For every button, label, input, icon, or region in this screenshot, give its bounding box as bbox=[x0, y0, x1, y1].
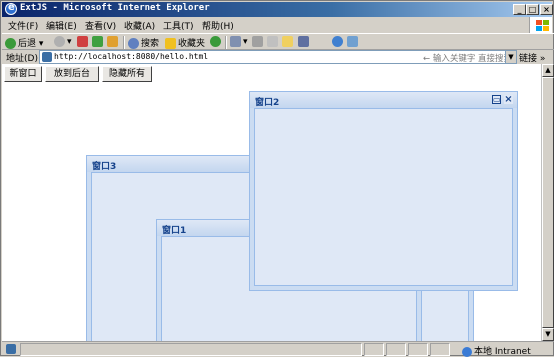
stop-button[interactable] bbox=[77, 36, 90, 49]
page-content: 新窗口 放到后台 隐藏所有 窗口3 窗口1 窗口2 ▭ × bbox=[2, 64, 541, 341]
search-button[interactable]: 搜索 bbox=[128, 36, 159, 49]
refresh-icon bbox=[92, 36, 103, 47]
address-bar: 地址(D) http://localhost:8080/hello.html ←… bbox=[2, 50, 554, 64]
window-1-title: 窗口1 bbox=[162, 226, 187, 236]
window-2-header[interactable]: 窗口2 ▭ × bbox=[250, 92, 517, 108]
scroll-down-button[interactable]: ▼ bbox=[542, 328, 554, 341]
search-hint: ← 输入关键字 直接搜索 bbox=[423, 54, 513, 64]
menu-view[interactable]: 查看(V) bbox=[85, 19, 116, 32]
close-tool-icon[interactable]: × bbox=[504, 95, 513, 105]
discuss-button[interactable] bbox=[282, 36, 295, 49]
menu-bar: 文件(F) 编辑(E) 查看(V) 收藏(A) 工具(T) 帮助(H) bbox=[2, 17, 528, 33]
home-icon bbox=[107, 36, 118, 47]
menu-file[interactable]: 文件(F) bbox=[8, 19, 38, 32]
refresh-button[interactable] bbox=[92, 36, 105, 49]
star-icon bbox=[165, 38, 176, 49]
ie-icon bbox=[5, 2, 17, 15]
back-button[interactable]: 后退 ▾ bbox=[5, 36, 43, 49]
mail-button[interactable]: ▾ bbox=[230, 36, 248, 49]
scroll-up-button[interactable]: ▲ bbox=[542, 64, 554, 77]
research-button[interactable] bbox=[298, 36, 311, 49]
address-dropdown-button[interactable]: ▼ bbox=[505, 51, 516, 63]
send-to-back-button[interactable]: 放到后台 bbox=[45, 66, 99, 82]
address-label: 地址(D) bbox=[6, 54, 38, 64]
status-cell bbox=[364, 343, 384, 356]
search-icon bbox=[128, 38, 139, 49]
minimize-button[interactable]: _ bbox=[513, 4, 526, 15]
back-arrow-icon bbox=[5, 38, 16, 49]
window-2-body bbox=[254, 108, 513, 286]
window-3-title: 窗口3 bbox=[92, 162, 117, 172]
browser-window: ExtJS - Microsoft Internet Explorer _ □ … bbox=[0, 0, 554, 357]
maximize-button[interactable]: □ bbox=[526, 4, 539, 15]
status-text-cell bbox=[20, 343, 362, 356]
menu-edit[interactable]: 编辑(E) bbox=[46, 19, 77, 32]
edit-icon bbox=[267, 36, 278, 47]
forward-arrow-icon bbox=[54, 36, 65, 47]
history-button[interactable] bbox=[210, 36, 223, 49]
address-input[interactable]: http://localhost:8080/hello.html ← 输入关键字… bbox=[39, 50, 517, 64]
messenger-button[interactable] bbox=[332, 36, 345, 49]
menu-tools[interactable]: 工具(T) bbox=[163, 19, 194, 32]
close-button[interactable]: × bbox=[540, 4, 553, 15]
folder-icon bbox=[282, 36, 293, 47]
hide-all-button[interactable]: 隐藏所有 bbox=[102, 66, 152, 82]
windows-flag-icon bbox=[529, 17, 552, 33]
window-title: ExtJS - Microsoft Internet Explorer bbox=[20, 3, 210, 13]
print-button[interactable] bbox=[252, 36, 265, 49]
research-icon bbox=[298, 36, 309, 47]
status-cell bbox=[386, 343, 406, 356]
extra-icon bbox=[347, 36, 358, 47]
edit-button[interactable] bbox=[267, 36, 280, 49]
vertical-scrollbar[interactable]: ▲ ▼ bbox=[541, 64, 554, 341]
ext-window-2[interactable]: 窗口2 ▭ × bbox=[249, 91, 518, 291]
new-window-button[interactable]: 新窗口 bbox=[4, 66, 42, 82]
status-cell bbox=[408, 343, 428, 356]
scroll-thumb[interactable] bbox=[542, 77, 554, 328]
window-2-title: 窗口2 bbox=[255, 98, 280, 108]
history-icon bbox=[210, 36, 221, 47]
forward-button[interactable]: ▾ bbox=[54, 36, 72, 49]
address-url: http://localhost:8080/hello.html bbox=[54, 52, 209, 61]
toolbar: 后退 ▾ ▾ 搜索 收藏夹 ▾ bbox=[2, 33, 554, 50]
stop-icon bbox=[77, 36, 88, 47]
toolbar-separator bbox=[225, 36, 227, 49]
extra-button[interactable] bbox=[347, 36, 360, 49]
status-bar: 本地 Intranet bbox=[2, 341, 554, 357]
links-button[interactable]: 链接 » bbox=[519, 51, 545, 64]
messenger-icon bbox=[332, 36, 343, 47]
menu-help[interactable]: 帮助(H) bbox=[202, 19, 234, 32]
security-zone: 本地 Intranet bbox=[462, 344, 531, 357]
menu-favorites[interactable]: 收藏(A) bbox=[124, 19, 155, 32]
page-status-icon bbox=[6, 344, 16, 354]
page-icon bbox=[42, 52, 52, 62]
status-cell bbox=[430, 343, 450, 356]
toolbar-separator bbox=[123, 36, 125, 49]
maximize-tool-icon[interactable]: ▭ bbox=[492, 95, 501, 104]
home-button[interactable] bbox=[107, 36, 120, 49]
title-bar[interactable]: ExtJS - Microsoft Internet Explorer _ □ … bbox=[2, 2, 553, 17]
intranet-icon bbox=[462, 346, 472, 357]
print-icon bbox=[252, 36, 263, 47]
favorites-button[interactable]: 收藏夹 bbox=[165, 36, 205, 49]
mail-icon bbox=[230, 36, 241, 47]
